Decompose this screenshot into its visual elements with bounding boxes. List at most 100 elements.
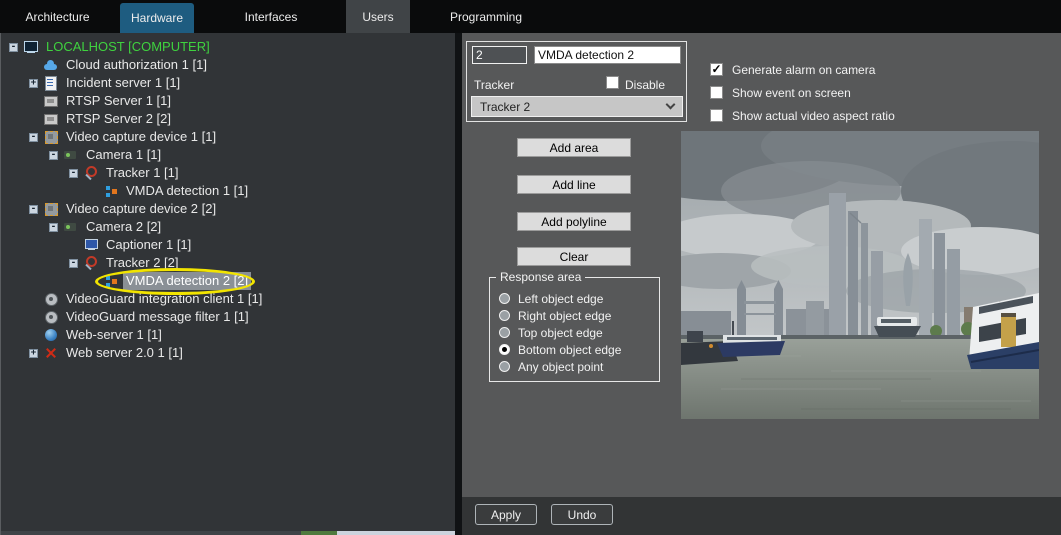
add-polyline-button[interactable]: Add polyline [517,212,631,231]
detail-panel: Tracker Disable Tracker 2 ✓ Generate alar… [462,33,1061,497]
tree-item-tracker-1-1[interactable]: - Tracker 1 [1] [1,164,455,182]
tab-bar: ArchitectureHardware Interfaces Users Progr… [0,0,1061,33]
right-object-edge-row: Right object edge [499,307,659,324]
tree-item-camera-2-2[interactable]: -Camera 2 [2] [1,218,455,236]
show-event-on-screen-checkbox[interactable] [710,86,723,99]
tree-item-tracker-2-2[interactable]: -Tracker 2 [2] [1,254,455,272]
tree-item-vmda-detection-2-2[interactable]: VMDA detection 2 [2] [1,272,455,290]
tree-item-web-server-2-0-1-1[interactable]: +Web server 2.0 1 [1] [1,344,455,362]
left-object-edge-radio[interactable] [499,293,510,304]
tree-item-video-capture-device-1-1[interactable]: - Video capture device 1 [1] [1,128,455,146]
tab-users[interactable]: Users [346,0,410,33]
tracker-dropdown-value: Tracker 2 [480,100,530,114]
computer-icon [24,40,38,54]
expander-minus-icon[interactable]: - [9,43,18,52]
tree-item-label: Incident server 1 [1] [63,74,183,92]
identity-group: Tracker Disable Tracker 2 [466,41,687,122]
zone-tools: Add area Add line Add polyline Clear [517,138,631,266]
show-actual-video-aspect-ratio-checkbox[interactable] [710,109,723,122]
tab-interfaces[interactable]: Interfaces [216,0,326,33]
videoguard-icon [44,292,58,306]
rtsp-icon [44,94,58,108]
expander-plus-icon[interactable]: + [29,79,38,88]
response-area-group: Response area Left object edgeRight obje… [489,277,660,382]
tree-item-label: VMDA detection 1 [1] [123,182,251,200]
checkbox-label: Show event on screen [732,86,851,100]
bottom-object-edge-radio[interactable] [499,344,510,355]
apply-button[interactable]: Apply [475,504,537,525]
tracker-icon [84,166,98,180]
expander-minus-icon[interactable]: - [69,169,78,178]
horizontal-scrollbar[interactable] [1,531,455,535]
camera-icon [64,148,78,162]
chip-icon [44,130,58,144]
disable-label: Disable [625,78,665,92]
right-object-edge-radio[interactable] [499,310,510,321]
clear-button[interactable]: Clear [517,247,631,266]
tab-hardware[interactable]: Hardware [120,3,194,33]
tree-item-label: RTSP Server 2 [2] [63,110,174,128]
tab-programming[interactable]: Programming [426,0,546,33]
cloud-icon [44,58,58,72]
tree-item-videoguard-message-filter-1-1[interactable]: VideoGuard message filter 1 [1] [1,308,455,326]
tree-item-label: Captioner 1 [1] [103,236,194,254]
add-area-button[interactable]: Add area [517,138,631,157]
object-name-input[interactable] [534,46,681,64]
chip-icon [44,202,58,216]
tree-item-cloud-authorization-1-1[interactable]: Cloud authorization 1 [1] [1,56,455,74]
generate-alarm-on-camera-checkbox[interactable]: ✓ [710,63,723,76]
tree-item-captioner-1-1[interactable]: Captioner 1 [1] [1,236,455,254]
tree-item-camera-1-1[interactable]: - Camera 1 [1] [1,146,455,164]
redx-icon [44,346,58,360]
top-object-edge-radio[interactable] [499,327,510,338]
tab-architecture[interactable]: Architecture [0,0,115,33]
tree-item-rtsp-server-2-2[interactable]: RTSP Server 2 [2] [1,110,455,128]
object-id-input[interactable] [472,46,527,64]
tree-item-label: Web-server 1 [1] [63,326,165,344]
left-object-edge-row: Left object edge [499,290,659,307]
scrollbar-thumb[interactable] [301,531,337,535]
undo-button[interactable]: Undo [551,504,613,525]
tree-item-label: Cloud authorization 1 [1] [63,56,210,74]
tree-item-label: VMDA detection 2 [2] [123,272,251,290]
expander-plus-icon[interactable]: + [29,349,38,358]
top-object-edge-row: Top object edge [499,324,659,341]
expander-minus-icon[interactable]: - [29,205,38,214]
tree-item-videoguard-integration-client-1-1[interactable]: VideoGuard integration client 1 [1] [1,290,455,308]
response-area-options: Left object edge Right object edge Top obj… [490,278,659,375]
tracker-label: Tracker [474,78,514,92]
tracker-dropdown[interactable]: Tracker 2 [471,96,683,117]
camera-video-preview[interactable] [681,131,1039,419]
checkbox-label: Generate alarm on camera [732,63,875,77]
camera-icon [64,220,78,234]
tree-item-label: LOCALHOST [COMPUTER] [43,38,213,56]
chevron-down-icon [666,100,676,110]
expander-minus-icon[interactable]: - [69,259,78,268]
tree-item-label: RTSP Server 1 [1] [63,92,174,110]
tree-item-incident-server-1-1[interactable]: + Incident server 1 [1] [1,74,455,92]
radio-label: Right object edge [518,309,611,323]
expander-minus-icon[interactable]: - [49,223,58,232]
vmda-icon [104,274,118,288]
tree-item-localhost-computer[interactable]: - LOCALHOST [COMPUTER] [1,38,455,56]
radio-label: Top object edge [518,326,603,340]
radio-label: Left object edge [518,292,603,306]
vmda-icon [104,184,118,198]
tree-item-label: Camera 1 [1] [83,146,164,164]
globe-icon [44,328,58,342]
footer-bar: Apply Undo [462,497,1061,535]
tree-item-web-server-1-1[interactable]: Web-server 1 [1] [1,326,455,344]
tree-item-label: Video capture device 1 [1] [63,128,219,146]
expander-minus-icon[interactable]: - [49,151,58,160]
incident-icon [44,76,58,90]
generate-alarm-on-camera-row: ✓ Generate alarm on camera [710,63,895,76]
tree-item-rtsp-server-1-1[interactable]: RTSP Server 1 [1] [1,92,455,110]
any-object-point-radio[interactable] [499,361,510,372]
tree-item-label: Tracker 1 [1] [103,164,181,182]
tree-item-video-capture-device-2-2[interactable]: -Video capture device 2 [2] [1,200,455,218]
disable-checkbox[interactable] [606,76,619,89]
tracker-icon [84,256,98,270]
expander-minus-icon[interactable]: - [29,133,38,142]
add-line-button[interactable]: Add line [517,175,631,194]
tree-item-vmda-detection-1-1[interactable]: VMDA detection 1 [1] [1,182,455,200]
